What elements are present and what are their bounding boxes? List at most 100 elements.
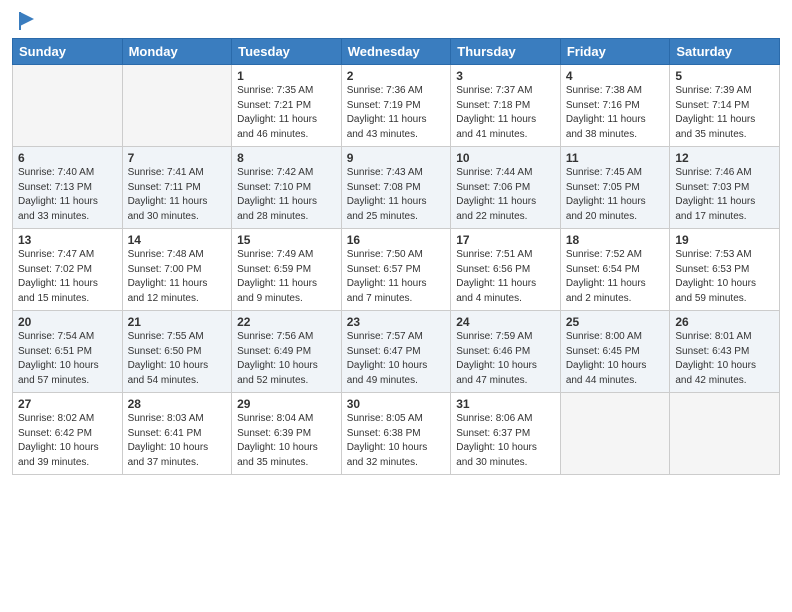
calendar-cell: 25Sunrise: 8:00 AMSunset: 6:45 PMDayligh… (560, 311, 670, 393)
day-info: Sunrise: 8:00 AMSunset: 6:45 PMDaylight:… (566, 330, 665, 388)
calendar-week-row: 27Sunrise: 8:02 AMSunset: 6:42 PMDayligh… (13, 393, 780, 475)
day-info: Sunrise: 7:51 AMSunset: 6:56 PMDaylight:… (456, 248, 555, 306)
day-info: Sunrise: 8:05 AMSunset: 6:38 PMDaylight:… (347, 412, 446, 470)
day-number: 21 (128, 315, 227, 329)
calendar-cell: 24Sunrise: 7:59 AMSunset: 6:46 PMDayligh… (451, 311, 561, 393)
calendar-cell (670, 393, 780, 475)
day-number: 2 (347, 69, 446, 83)
calendar-cell (560, 393, 670, 475)
calendar-week-row: 13Sunrise: 7:47 AMSunset: 7:02 PMDayligh… (13, 229, 780, 311)
day-header-saturday: Saturday (670, 39, 780, 65)
day-number: 8 (237, 151, 336, 165)
day-number: 10 (456, 151, 555, 165)
day-number: 11 (566, 151, 665, 165)
day-number: 1 (237, 69, 336, 83)
day-number: 14 (128, 233, 227, 247)
day-info: Sunrise: 7:49 AMSunset: 6:59 PMDaylight:… (237, 248, 336, 306)
day-info: Sunrise: 7:46 AMSunset: 7:03 PMDaylight:… (675, 166, 774, 224)
day-header-sunday: Sunday (13, 39, 123, 65)
calendar-cell: 4Sunrise: 7:38 AMSunset: 7:16 PMDaylight… (560, 65, 670, 147)
calendar-week-row: 6Sunrise: 7:40 AMSunset: 7:13 PMDaylight… (13, 147, 780, 229)
day-info: Sunrise: 7:37 AMSunset: 7:18 PMDaylight:… (456, 84, 555, 142)
calendar-cell: 28Sunrise: 8:03 AMSunset: 6:41 PMDayligh… (122, 393, 232, 475)
day-info: Sunrise: 7:35 AMSunset: 7:21 PMDaylight:… (237, 84, 336, 142)
calendar-cell: 1Sunrise: 7:35 AMSunset: 7:21 PMDaylight… (232, 65, 342, 147)
day-number: 3 (456, 69, 555, 83)
day-info: Sunrise: 7:55 AMSunset: 6:50 PMDaylight:… (128, 330, 227, 388)
day-number: 23 (347, 315, 446, 329)
day-info: Sunrise: 7:39 AMSunset: 7:14 PMDaylight:… (675, 84, 774, 142)
day-number: 19 (675, 233, 774, 247)
calendar-cell: 12Sunrise: 7:46 AMSunset: 7:03 PMDayligh… (670, 147, 780, 229)
day-info: Sunrise: 7:40 AMSunset: 7:13 PMDaylight:… (18, 166, 117, 224)
calendar-cell: 5Sunrise: 7:39 AMSunset: 7:14 PMDaylight… (670, 65, 780, 147)
day-info: Sunrise: 7:42 AMSunset: 7:10 PMDaylight:… (237, 166, 336, 224)
day-number: 4 (566, 69, 665, 83)
calendar-cell: 16Sunrise: 7:50 AMSunset: 6:57 PMDayligh… (341, 229, 451, 311)
day-number: 6 (18, 151, 117, 165)
logo (12, 10, 38, 30)
calendar-cell: 9Sunrise: 7:43 AMSunset: 7:08 PMDaylight… (341, 147, 451, 229)
day-info: Sunrise: 7:59 AMSunset: 6:46 PMDaylight:… (456, 330, 555, 388)
calendar-cell (122, 65, 232, 147)
day-number: 9 (347, 151, 446, 165)
day-info: Sunrise: 7:57 AMSunset: 6:47 PMDaylight:… (347, 330, 446, 388)
day-info: Sunrise: 8:04 AMSunset: 6:39 PMDaylight:… (237, 412, 336, 470)
day-number: 25 (566, 315, 665, 329)
day-header-tuesday: Tuesday (232, 39, 342, 65)
day-number: 15 (237, 233, 336, 247)
day-number: 26 (675, 315, 774, 329)
calendar-cell: 23Sunrise: 7:57 AMSunset: 6:47 PMDayligh… (341, 311, 451, 393)
day-info: Sunrise: 7:50 AMSunset: 6:57 PMDaylight:… (347, 248, 446, 306)
calendar-cell: 7Sunrise: 7:41 AMSunset: 7:11 PMDaylight… (122, 147, 232, 229)
day-number: 13 (18, 233, 117, 247)
day-info: Sunrise: 8:01 AMSunset: 6:43 PMDaylight:… (675, 330, 774, 388)
calendar-cell: 11Sunrise: 7:45 AMSunset: 7:05 PMDayligh… (560, 147, 670, 229)
calendar-header-row: SundayMondayTuesdayWednesdayThursdayFrid… (13, 39, 780, 65)
calendar-cell: 17Sunrise: 7:51 AMSunset: 6:56 PMDayligh… (451, 229, 561, 311)
day-info: Sunrise: 7:53 AMSunset: 6:53 PMDaylight:… (675, 248, 774, 306)
day-number: 28 (128, 397, 227, 411)
day-number: 12 (675, 151, 774, 165)
day-info: Sunrise: 7:43 AMSunset: 7:08 PMDaylight:… (347, 166, 446, 224)
logo-flag-icon (16, 10, 38, 32)
day-number: 22 (237, 315, 336, 329)
calendar-cell: 26Sunrise: 8:01 AMSunset: 6:43 PMDayligh… (670, 311, 780, 393)
calendar-cell: 21Sunrise: 7:55 AMSunset: 6:50 PMDayligh… (122, 311, 232, 393)
day-number: 20 (18, 315, 117, 329)
calendar-cell: 3Sunrise: 7:37 AMSunset: 7:18 PMDaylight… (451, 65, 561, 147)
day-header-monday: Monday (122, 39, 232, 65)
page-container: SundayMondayTuesdayWednesdayThursdayFrid… (0, 0, 792, 483)
day-info: Sunrise: 8:03 AMSunset: 6:41 PMDaylight:… (128, 412, 227, 470)
calendar-cell: 19Sunrise: 7:53 AMSunset: 6:53 PMDayligh… (670, 229, 780, 311)
day-number: 29 (237, 397, 336, 411)
header (12, 10, 780, 30)
calendar-table: SundayMondayTuesdayWednesdayThursdayFrid… (12, 38, 780, 475)
calendar-cell: 14Sunrise: 7:48 AMSunset: 7:00 PMDayligh… (122, 229, 232, 311)
day-number: 17 (456, 233, 555, 247)
calendar-cell: 30Sunrise: 8:05 AMSunset: 6:38 PMDayligh… (341, 393, 451, 475)
calendar-week-row: 20Sunrise: 7:54 AMSunset: 6:51 PMDayligh… (13, 311, 780, 393)
day-number: 27 (18, 397, 117, 411)
day-header-wednesday: Wednesday (341, 39, 451, 65)
calendar-cell: 2Sunrise: 7:36 AMSunset: 7:19 PMDaylight… (341, 65, 451, 147)
day-number: 31 (456, 397, 555, 411)
day-info: Sunrise: 8:02 AMSunset: 6:42 PMDaylight:… (18, 412, 117, 470)
calendar-cell (13, 65, 123, 147)
calendar-cell: 27Sunrise: 8:02 AMSunset: 6:42 PMDayligh… (13, 393, 123, 475)
day-info: Sunrise: 7:38 AMSunset: 7:16 PMDaylight:… (566, 84, 665, 142)
day-number: 30 (347, 397, 446, 411)
calendar-week-row: 1Sunrise: 7:35 AMSunset: 7:21 PMDaylight… (13, 65, 780, 147)
calendar-cell: 18Sunrise: 7:52 AMSunset: 6:54 PMDayligh… (560, 229, 670, 311)
calendar-cell: 13Sunrise: 7:47 AMSunset: 7:02 PMDayligh… (13, 229, 123, 311)
day-info: Sunrise: 7:52 AMSunset: 6:54 PMDaylight:… (566, 248, 665, 306)
calendar-cell: 20Sunrise: 7:54 AMSunset: 6:51 PMDayligh… (13, 311, 123, 393)
day-number: 5 (675, 69, 774, 83)
day-header-friday: Friday (560, 39, 670, 65)
day-info: Sunrise: 7:56 AMSunset: 6:49 PMDaylight:… (237, 330, 336, 388)
calendar-cell: 8Sunrise: 7:42 AMSunset: 7:10 PMDaylight… (232, 147, 342, 229)
day-info: Sunrise: 7:54 AMSunset: 6:51 PMDaylight:… (18, 330, 117, 388)
calendar-cell: 31Sunrise: 8:06 AMSunset: 6:37 PMDayligh… (451, 393, 561, 475)
day-number: 18 (566, 233, 665, 247)
day-info: Sunrise: 7:36 AMSunset: 7:19 PMDaylight:… (347, 84, 446, 142)
